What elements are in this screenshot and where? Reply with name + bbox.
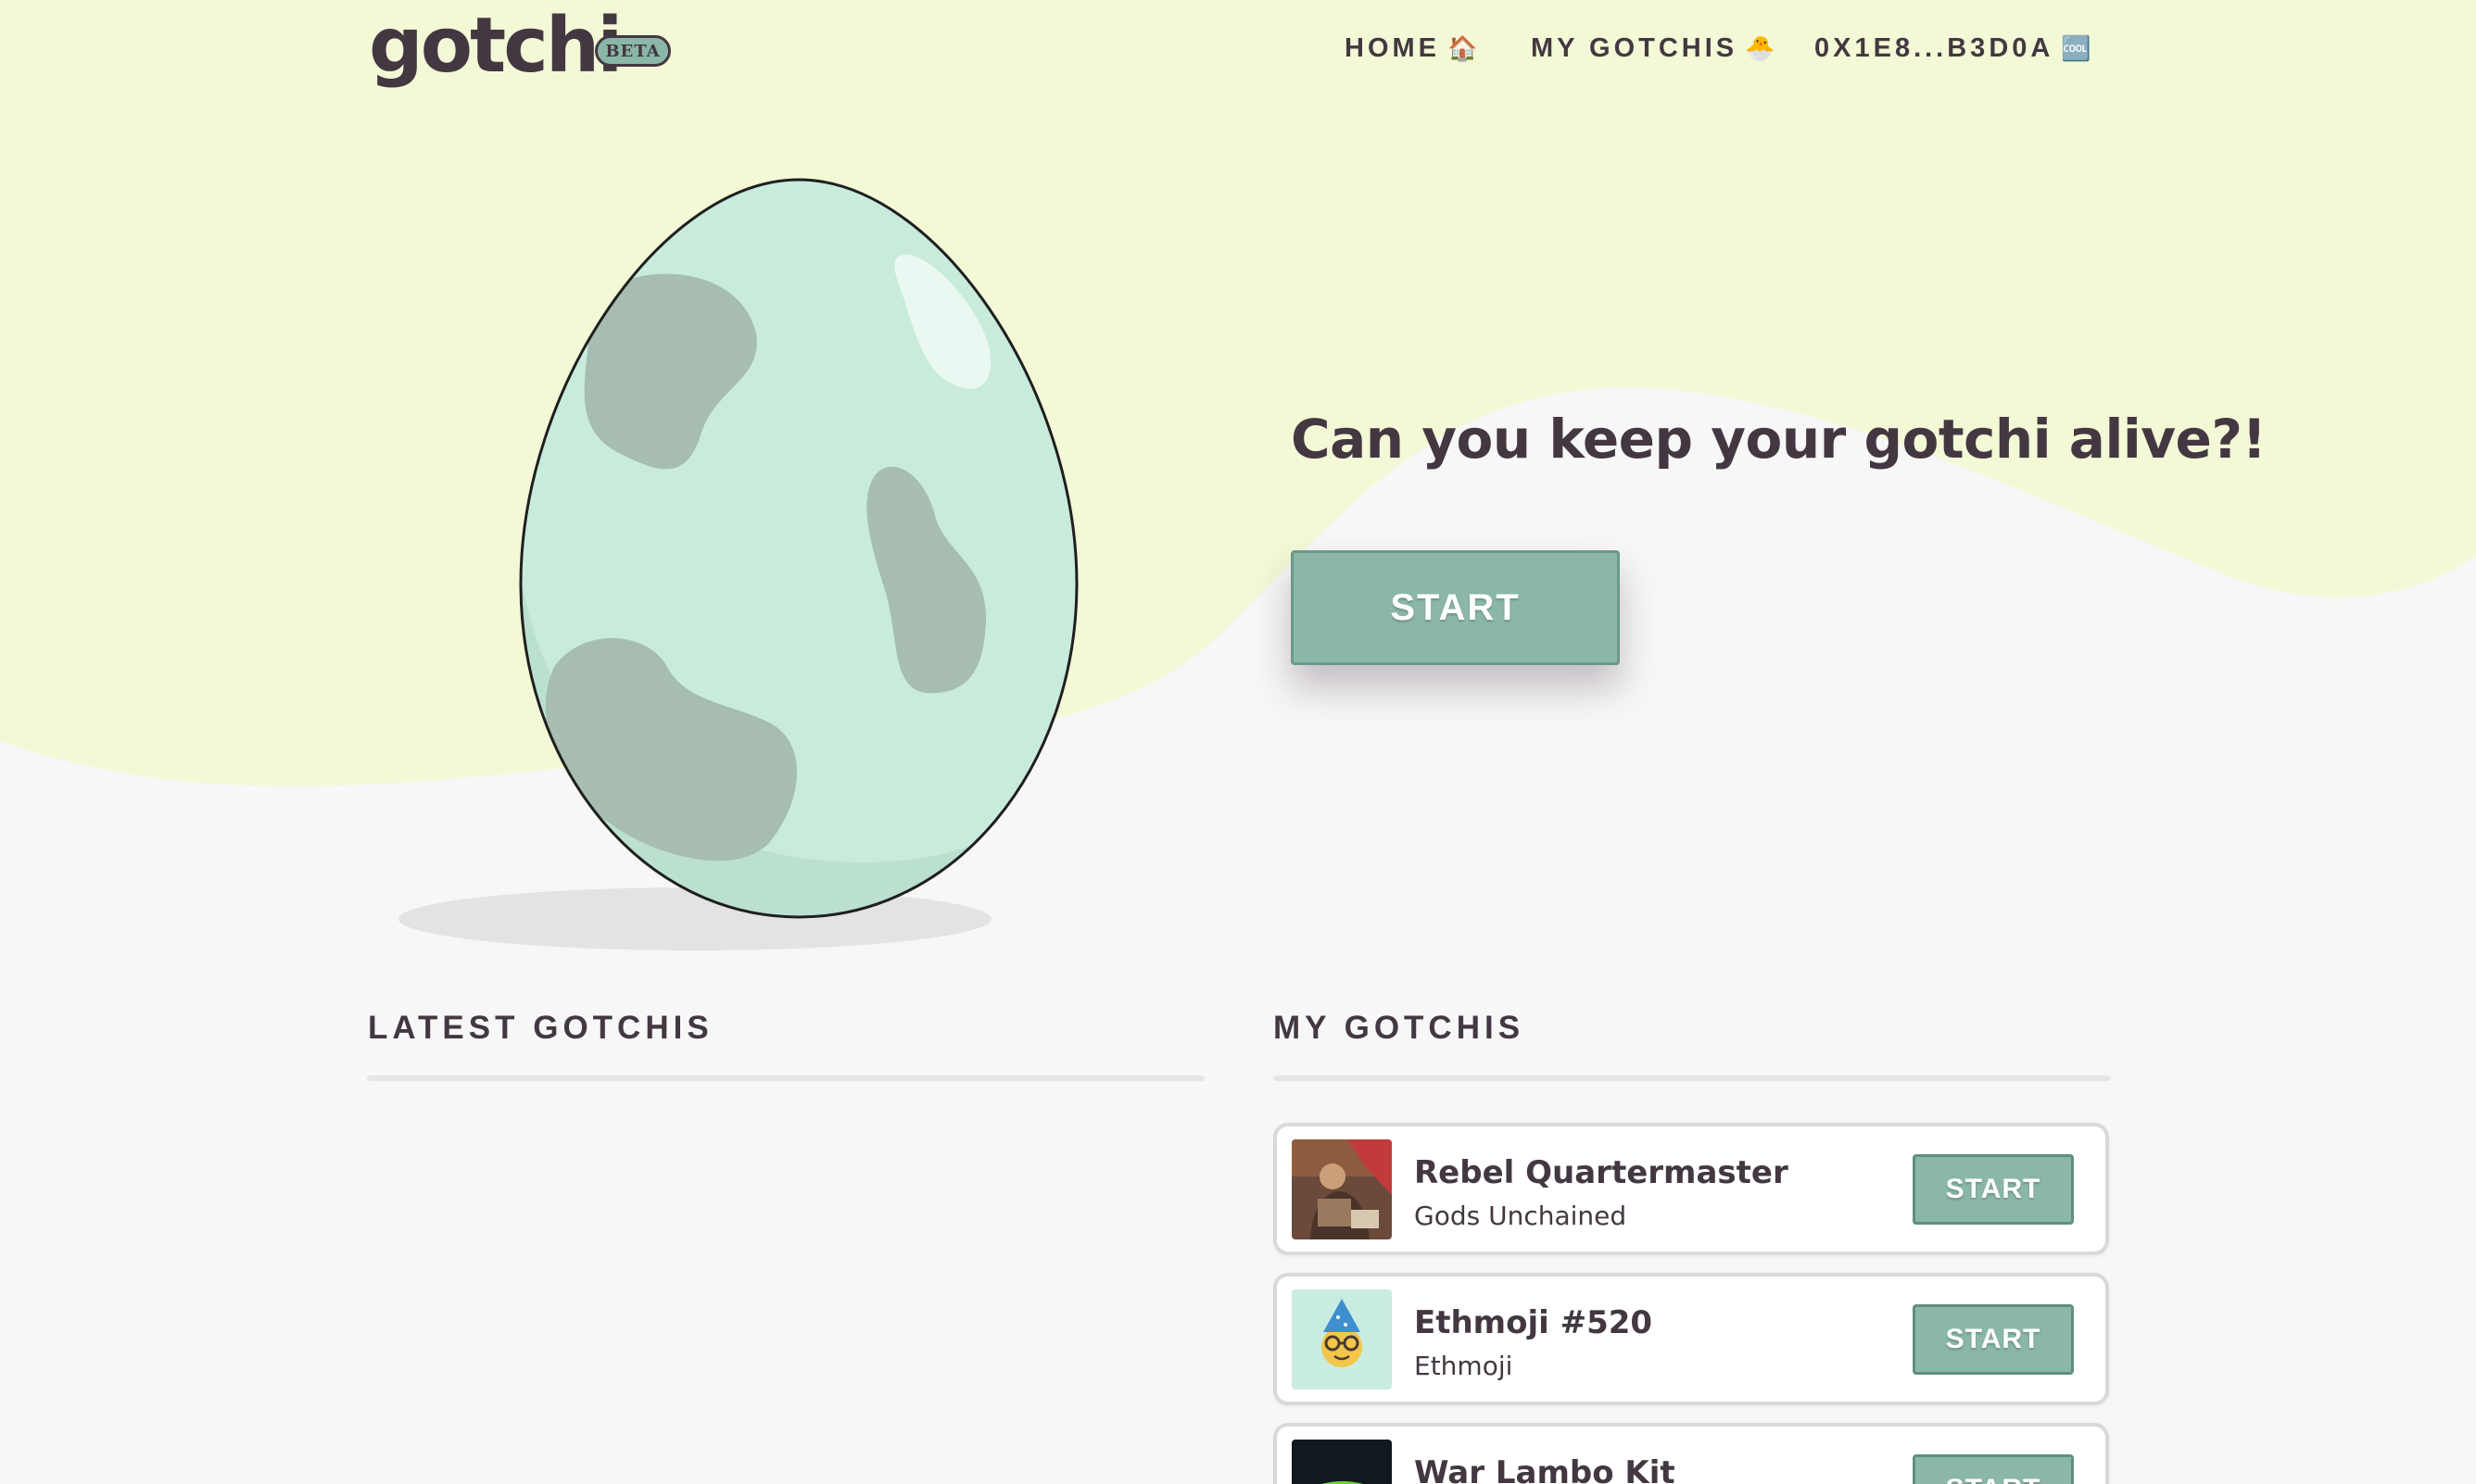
card-collection: Gods Unchained xyxy=(1414,1201,1627,1231)
rebel-quartermaster-thumbnail xyxy=(1292,1139,1392,1239)
wallet-address-label: 0X1E8...B3D0A xyxy=(1814,33,2054,63)
card-start-button[interactable]: START xyxy=(1913,1154,2074,1225)
gotchi-card-rebel-quartermaster[interactable]: Rebel Quartermaster Gods Unchained START xyxy=(1273,1123,2109,1255)
cool-icon: 🆒 xyxy=(2061,34,2091,63)
nav-home-link[interactable]: HOME 🏠 xyxy=(1345,33,1477,64)
gotchi-card-war-lambo-kit[interactable]: War Lambo Kit START xyxy=(1273,1423,2109,1484)
house-icon: 🏠 xyxy=(1447,34,1478,63)
card-start-button[interactable]: START xyxy=(1913,1454,2074,1484)
gotchi-egg-illustration xyxy=(398,178,1079,950)
beta-badge: BETA xyxy=(595,35,671,67)
top-navbar: gotchi BETA HOME 🏠 MY GOTCHIS 🐣 0X1E8...… xyxy=(0,0,2476,102)
hero-title: Can you keep your gotchi alive?! xyxy=(1291,408,2267,471)
card-start-button[interactable]: START xyxy=(1913,1304,2074,1375)
hero-start-button[interactable]: START xyxy=(1291,550,1620,665)
nav-my-gotchis-link[interactable]: MY GOTCHIS 🐣 xyxy=(1531,33,1775,64)
card-collection: Ethmoji xyxy=(1414,1351,1513,1381)
my-gotchis-divider xyxy=(1273,1075,2111,1081)
my-gotchis-title: MY GOTCHIS xyxy=(1273,1010,1525,1046)
ethmoji-520-thumbnail xyxy=(1292,1289,1392,1390)
nav-wallet-address-link[interactable]: 0X1E8...B3D0A 🆒 xyxy=(1814,33,2091,64)
card-name: Ethmoji #520 xyxy=(1414,1304,1653,1341)
nav-home-label: HOME xyxy=(1345,33,1440,63)
gotchi-card-ethmoji-520[interactable]: Ethmoji #520 Ethmoji START xyxy=(1273,1273,2109,1405)
card-name: War Lambo Kit xyxy=(1414,1454,1675,1484)
nav-my-gotchis-label: MY GOTCHIS xyxy=(1531,33,1738,63)
gotchi-logo[interactable]: gotchi xyxy=(369,2,623,90)
card-name: Rebel Quartermaster xyxy=(1414,1154,1788,1191)
war-lambo-kit-thumbnail xyxy=(1292,1440,1392,1484)
latest-gotchis-title: LATEST GOTCHIS xyxy=(368,1010,714,1046)
egg-shadow xyxy=(398,887,992,950)
latest-gotchis-divider xyxy=(367,1075,1205,1081)
hatching-chick-icon: 🐣 xyxy=(1745,34,1775,63)
